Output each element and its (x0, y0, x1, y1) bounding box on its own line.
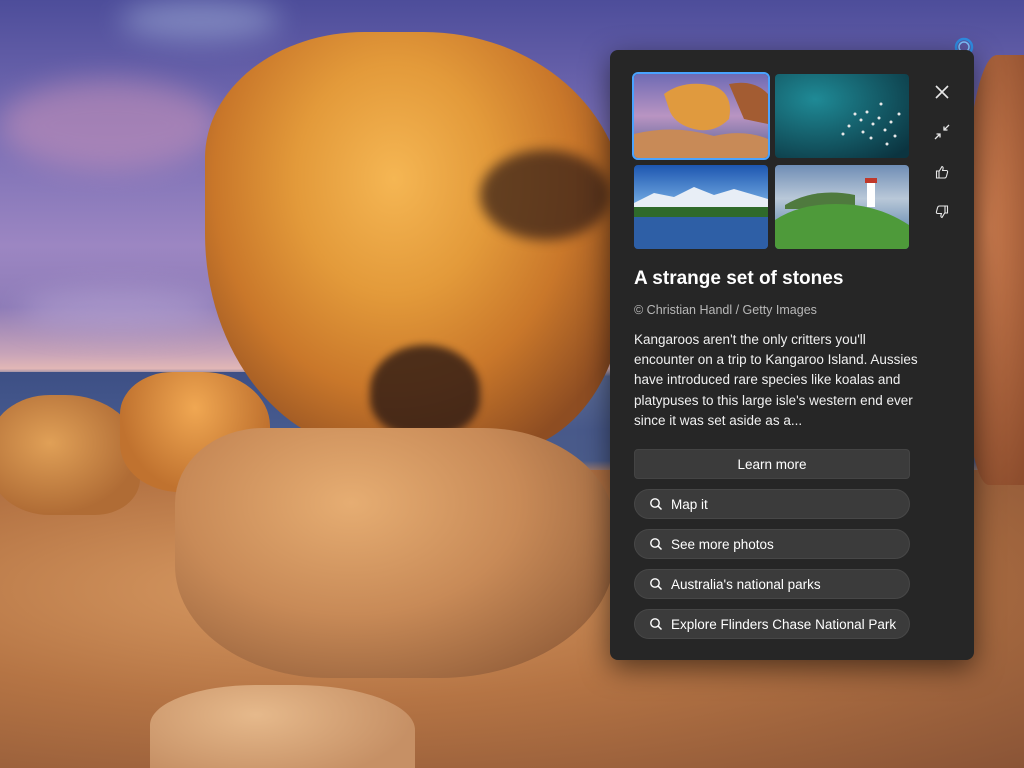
close-button[interactable] (928, 78, 956, 106)
search-icon (649, 617, 663, 631)
thumbs-up-icon (935, 165, 949, 179)
minimize-icon (934, 124, 950, 140)
like-button[interactable] (928, 158, 956, 186)
chip-national-parks[interactable]: Australia's national parks (634, 569, 910, 599)
minimize-button[interactable] (928, 118, 956, 146)
underwater-fish-thumb[interactable] (775, 74, 909, 158)
panel-actions (928, 78, 956, 238)
image-credit: © Christian Handl / Getty Images (634, 303, 817, 317)
spotlight-info-panel: A strange set of stones © Christian Hand… (610, 50, 974, 660)
rock-left (0, 395, 140, 515)
image-title: A strange set of stones (634, 268, 844, 289)
remarkable-rocks-thumb[interactable] (632, 72, 770, 160)
chip-see-more-photos[interactable]: See more photos (634, 529, 910, 559)
lighthouse-cliff-thumb[interactable] (775, 165, 909, 249)
thumbs-down-icon (935, 205, 949, 219)
learn-more-button[interactable]: Learn more (634, 449, 910, 479)
rock-bottom (150, 685, 415, 768)
search-icon (649, 537, 663, 551)
chip-label: See more photos (671, 536, 774, 552)
chip-label: Map it (671, 496, 708, 512)
close-icon (935, 85, 949, 99)
rock-slab (175, 428, 615, 678)
mountain-lake-thumb[interactable] (634, 165, 768, 249)
thumbnail-grid (632, 72, 910, 250)
image-description: Kangaroos aren't the only critters you'l… (634, 332, 918, 428)
chip-explore-flinders-chase[interactable]: Explore Flinders Chase National Park (634, 609, 910, 639)
search-icon (649, 577, 663, 591)
chip-label: Explore Flinders Chase National Park (671, 616, 897, 632)
dislike-button[interactable] (928, 198, 956, 226)
search-icon (649, 497, 663, 511)
chip-label: Australia's national parks (671, 576, 821, 592)
chip-map-it[interactable]: Map it (634, 489, 910, 519)
